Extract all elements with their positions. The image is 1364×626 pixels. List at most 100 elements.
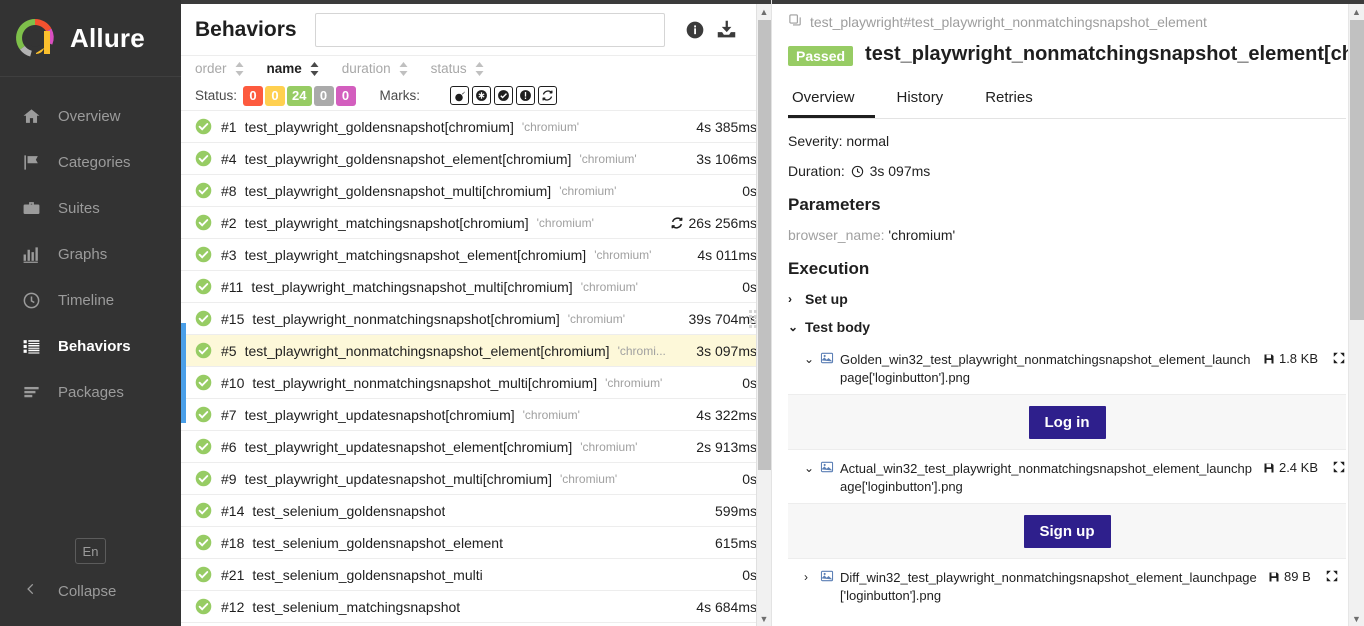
test-order: #18 [221, 534, 245, 551]
expand-icon[interactable] [1325, 569, 1339, 586]
sidebar-nav: Overview Categories Suites Graphs Timeli… [0, 93, 181, 415]
detail-content: test_playwright#test_playwright_nonmatch… [772, 4, 1364, 608]
attachment-image-preview[interactable]: Log in [788, 394, 1346, 451]
info-icon[interactable] [681, 16, 709, 44]
sidebar-item-suites[interactable]: Suites [0, 185, 181, 231]
test-name: test_playwright_goldensnapshot_multi[chr… [244, 182, 552, 199]
scroll-up-arrow-icon[interactable]: ▲ [757, 4, 771, 19]
test-list-row[interactable]: #5 test_playwright_nonmatchingsnapshot_el… [181, 335, 771, 367]
test-order: #10 [221, 374, 245, 391]
step-set-up[interactable]: › Set up [788, 291, 1346, 307]
test-list[interactable]: #1 test_playwright_goldensnapshot[chromiu… [181, 111, 771, 626]
sort-label: status [430, 61, 467, 76]
sort-label: order [195, 61, 227, 76]
panel-resize-grip[interactable] [749, 310, 757, 338]
test-parameter: 'chromium' [567, 311, 626, 326]
tab-history[interactable]: History [893, 83, 964, 118]
download-icon[interactable] [713, 16, 741, 44]
sidebar-item-label: Timeline [58, 291, 115, 309]
attachment-image-preview[interactable]: Sign up [788, 503, 1346, 560]
test-list-row[interactable]: #15 test_playwright_nonmatchingsnapshot[c… [181, 303, 771, 335]
tab-overview[interactable]: Overview [788, 83, 875, 118]
test-list-row[interactable]: #12 test_selenium_matchingsnapshot 4s 684m… [181, 591, 771, 623]
status-chip-failed[interactable]: 0 [243, 85, 264, 106]
status-chip-passed[interactable]: 24 [287, 85, 312, 106]
gear-asterisk-icon[interactable] [472, 86, 491, 105]
screenshot-button: Sign up [1023, 514, 1111, 548]
chevron-down-icon[interactable]: ⌄ [804, 352, 814, 366]
test-name: test_selenium_goldensnapshot_multi [252, 566, 483, 583]
sort-status[interactable]: status [431, 61, 485, 77]
screenshot-button: Log in [1028, 405, 1106, 439]
test-list-row[interactable]: #7 test_playwright_updatesnapshot[chromiu… [181, 399, 771, 431]
retry-icon[interactable] [538, 86, 557, 105]
sort-arrows-icon [309, 61, 320, 77]
detail-scrollbar-thumb[interactable] [1350, 20, 1364, 320]
test-duration: 0s [732, 567, 757, 583]
test-order: #12 [221, 598, 245, 615]
sidebar-item-timeline[interactable]: Timeline [0, 277, 181, 323]
detail-title: test_playwright_nonmatchingsnapshot_elem… [865, 43, 1364, 65]
sort-order[interactable]: order [195, 61, 245, 77]
expand-icon[interactable] [1332, 460, 1346, 477]
scroll-down-arrow-icon[interactable]: ▼ [757, 611, 771, 626]
sort-duration[interactable]: duration [342, 61, 409, 77]
search-box[interactable] [314, 12, 665, 47]
sidebar-item-categories[interactable]: Categories [0, 139, 181, 185]
test-list-row[interactable]: #11 test_playwright_matchingsnapshot_mult… [181, 271, 771, 303]
attachment-row[interactable]: ⌄ Actual_win32_test_playwright_nonmatchin… [788, 456, 1346, 499]
expand-icon[interactable] [1332, 351, 1346, 368]
sidebar-item-behaviors[interactable]: Behaviors [0, 323, 181, 369]
status-passed-icon [195, 278, 212, 295]
test-list-row[interactable]: #9 test_playwright_updatesnapshot_multi[c… [181, 463, 771, 495]
detail-scroll-down-arrow-icon[interactable]: ▼ [1349, 611, 1364, 626]
test-list-row[interactable]: #18 test_selenium_goldensnapshot_element 6… [181, 527, 771, 559]
attachment-row[interactable]: › Diff_win32_test_playwright_nonmatchings… [788, 565, 1346, 608]
tab-retries[interactable]: Retries [981, 83, 1053, 118]
exclamation-circle-icon[interactable] [516, 86, 535, 105]
list-scrollbar-thumb[interactable] [758, 20, 771, 470]
attachment-name: Golden_win32_test_playwright_nonmatching… [840, 352, 1251, 385]
test-list-row[interactable]: #1 test_playwright_goldensnapshot[chromiu… [181, 111, 771, 143]
test-duration: 3s 097ms [686, 343, 757, 359]
detail-scrollbar[interactable]: ▲ ▼ [1348, 4, 1364, 626]
test-list-row[interactable]: #4 test_playwright_goldensnapshot_element… [181, 143, 771, 175]
test-duration-value: 2s 913ms [696, 438, 757, 455]
copy-link-icon[interactable] [788, 13, 803, 31]
check-circle-icon[interactable] [494, 86, 513, 105]
test-order: #3 [221, 246, 237, 263]
selection-accent-bar [181, 323, 186, 423]
status-chip-broken[interactable]: 0 [265, 85, 286, 106]
test-duration-value: 26s 256ms [688, 214, 757, 231]
test-parameter: 'chromi... [617, 343, 666, 358]
sidebar-item-packages[interactable]: Packages [0, 369, 181, 415]
test-list-row[interactable]: #21 test_selenium_goldensnapshot_multi 0s [181, 559, 771, 591]
test-list-row[interactable]: #8 test_playwright_goldensnapshot_multi[c… [181, 175, 771, 207]
attachment-row[interactable]: ⌄ Golden_win32_test_playwright_nonmatchin… [788, 347, 1346, 390]
chevron-down-icon[interactable]: ⌄ [804, 461, 814, 475]
brand-header[interactable]: Allure [0, 0, 181, 77]
collapse-button[interactable]: Collapse [0, 578, 181, 604]
test-list-row[interactable]: #10 test_playwright_nonmatchingsnapshot_m… [181, 367, 771, 399]
test-duration-value: 3s 097ms [696, 342, 757, 359]
detail-scroll-up-arrow-icon[interactable]: ▲ [1349, 4, 1364, 19]
status-chip-skipped[interactable]: 0 [313, 85, 334, 106]
status-chip-unknown[interactable]: 0 [335, 85, 356, 106]
sidebar-item-overview[interactable]: Overview [0, 93, 181, 139]
brand-name: Allure [70, 22, 145, 53]
sidebar-item-graphs[interactable]: Graphs [0, 231, 181, 277]
search-input[interactable] [315, 13, 664, 46]
list-scrollbar[interactable]: ▲ ▼ [756, 4, 771, 626]
sort-name[interactable]: name [267, 61, 320, 77]
chevron-right-icon[interactable]: › [804, 570, 813, 584]
test-duration-value: 3s 106ms [696, 150, 757, 167]
test-list-row[interactable]: #3 test_playwright_matchingsnapshot_eleme… [181, 239, 771, 271]
test-name: test_selenium_goldensnapshot_element [252, 534, 503, 551]
breadcrumb[interactable]: test_playwright#test_playwright_nonmatch… [788, 4, 1346, 31]
language-button[interactable]: En [75, 538, 106, 564]
test-list-row[interactable]: #14 test_selenium_goldensnapshot 599ms [181, 495, 771, 527]
test-list-row[interactable]: #6 test_playwright_updatesnapshot_element… [181, 431, 771, 463]
bomb-icon[interactable] [450, 86, 469, 105]
test-list-row[interactable]: #2 test_playwright_matchingsnapshot[chrom… [181, 207, 771, 239]
step-test-body[interactable]: ⌄ Test body [788, 319, 1346, 335]
